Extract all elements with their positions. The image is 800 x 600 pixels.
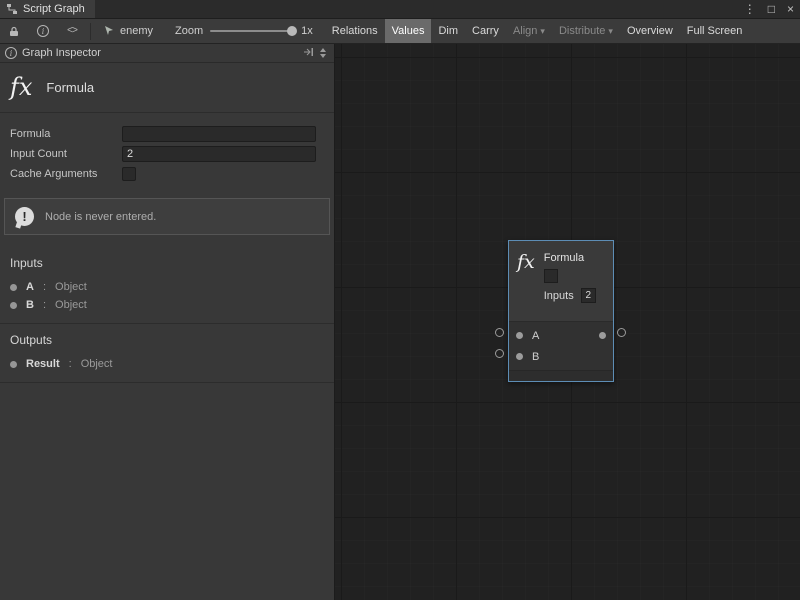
full-screen-button[interactable]: Full Screen	[680, 19, 750, 43]
script-graph-icon	[6, 3, 18, 15]
scroll-down-icon[interactable]	[320, 54, 326, 58]
output-port-result-row: Result : Object	[0, 355, 334, 373]
cache-arguments-label: Cache Arguments	[0, 168, 122, 180]
graph-canvas[interactable]: fx Formula Inputs 2 A	[335, 44, 800, 600]
connection-point-result[interactable]	[617, 328, 626, 337]
node-footer	[509, 370, 613, 381]
inputs-header: Inputs	[0, 247, 334, 278]
graph-reference[interactable]: enemy	[95, 24, 161, 39]
warning-text: Node is never entered.	[45, 211, 156, 223]
maximize-icon[interactable]: □	[762, 0, 781, 19]
zoom-label: Zoom	[175, 25, 203, 37]
formula-node[interactable]: fx Formula Inputs 2 A	[508, 240, 614, 382]
unit-title: Formula	[46, 80, 94, 95]
carry-button[interactable]: Carry	[465, 19, 506, 43]
panel-scroll-spinner[interactable]	[320, 48, 326, 58]
zoom-value: 1x	[301, 25, 313, 37]
port-dot-icon	[10, 361, 17, 368]
toolbar-divider	[90, 23, 91, 40]
info-icon[interactable]: i	[28, 19, 58, 43]
node-formula-input[interactable]	[544, 269, 558, 283]
output-port-result[interactable]	[599, 332, 606, 339]
overview-button[interactable]: Overview	[620, 19, 680, 43]
align-dropdown[interactable]: Align ▾	[506, 19, 552, 43]
window-menu-icon[interactable]: ⋮	[738, 0, 762, 19]
unit-title-block: fx Formula	[0, 63, 334, 113]
graph-name-label: enemy	[120, 25, 153, 37]
values-button[interactable]: Values	[385, 19, 432, 43]
node-title: Formula	[544, 250, 596, 264]
distribute-dropdown[interactable]: Distribute ▾	[552, 19, 620, 43]
input-port-b-row: B : Object	[0, 296, 334, 314]
input-port-a[interactable]	[516, 332, 523, 339]
inspector-title: Graph Inspector	[22, 47, 101, 59]
port-dot-icon	[10, 284, 17, 291]
input-port-a-row: A : Object	[0, 278, 334, 296]
port-separator: :	[69, 358, 72, 370]
formula-field-label: Formula	[0, 128, 122, 140]
relations-button[interactable]: Relations	[325, 19, 385, 43]
input-port-b[interactable]	[516, 353, 523, 360]
outputs-section: Outputs Result : Object	[0, 324, 334, 383]
zoom-slider[interactable]	[210, 30, 294, 32]
tab-script-graph[interactable]: Script Graph	[0, 0, 95, 18]
close-icon[interactable]: ×	[781, 0, 800, 19]
inspector-header: i Graph Inspector	[0, 44, 334, 63]
scroll-up-icon[interactable]	[320, 48, 326, 52]
node-inputs-label: Inputs	[544, 290, 574, 302]
title-bar: Script Graph ⋮ □ ×	[0, 0, 800, 19]
graph-toolbar: i <> enemy Zoom 1x Relations Values Dim …	[0, 19, 800, 44]
connection-point-b[interactable]	[495, 349, 504, 358]
port-separator: :	[43, 299, 46, 311]
dock-panel-icon[interactable]	[303, 47, 314, 60]
unit-fields: Formula Input Count Cache Arguments	[0, 113, 334, 188]
dim-button[interactable]: Dim	[431, 19, 465, 43]
node-ports-area: A B	[509, 321, 613, 370]
inputs-section: Inputs A : Object B : Object	[0, 247, 334, 324]
lock-icon[interactable]	[0, 19, 28, 43]
formula-field-row: Formula	[0, 124, 334, 144]
node-port-a-row: A	[509, 325, 613, 346]
chevron-down-icon: ▾	[608, 26, 613, 37]
formula-node-header[interactable]: fx Formula Inputs 2	[509, 241, 613, 321]
chevron-down-icon: ▾	[540, 26, 545, 37]
cache-arguments-checkbox[interactable]	[122, 167, 136, 181]
zoom-slider-thumb[interactable]	[287, 26, 297, 36]
node-port-b-row: B	[509, 346, 613, 367]
input-count-field-row: Input Count	[0, 144, 334, 164]
input-count-input[interactable]	[122, 146, 316, 162]
node-inputs-count[interactable]: 2	[581, 288, 596, 303]
port-separator: :	[43, 281, 46, 293]
cache-arguments-field-row: Cache Arguments	[0, 164, 334, 184]
warning-box: ! Node is never entered.	[4, 198, 330, 235]
graph-asset-icon	[103, 24, 115, 39]
graph-inspector-panel: i Graph Inspector fx Formula	[0, 44, 335, 600]
outputs-header: Outputs	[0, 324, 334, 355]
formula-input[interactable]	[122, 126, 316, 142]
code-view-icon[interactable]: <>	[58, 19, 86, 43]
port-dot-icon	[10, 302, 17, 309]
formula-fx-icon: fx	[517, 250, 535, 321]
warning-icon: !	[15, 207, 34, 226]
formula-fx-icon: fx	[10, 75, 32, 99]
tab-label: Script Graph	[23, 3, 85, 15]
connection-point-a[interactable]	[495, 328, 504, 337]
input-count-label: Input Count	[0, 148, 122, 160]
info-icon: i	[5, 47, 17, 59]
